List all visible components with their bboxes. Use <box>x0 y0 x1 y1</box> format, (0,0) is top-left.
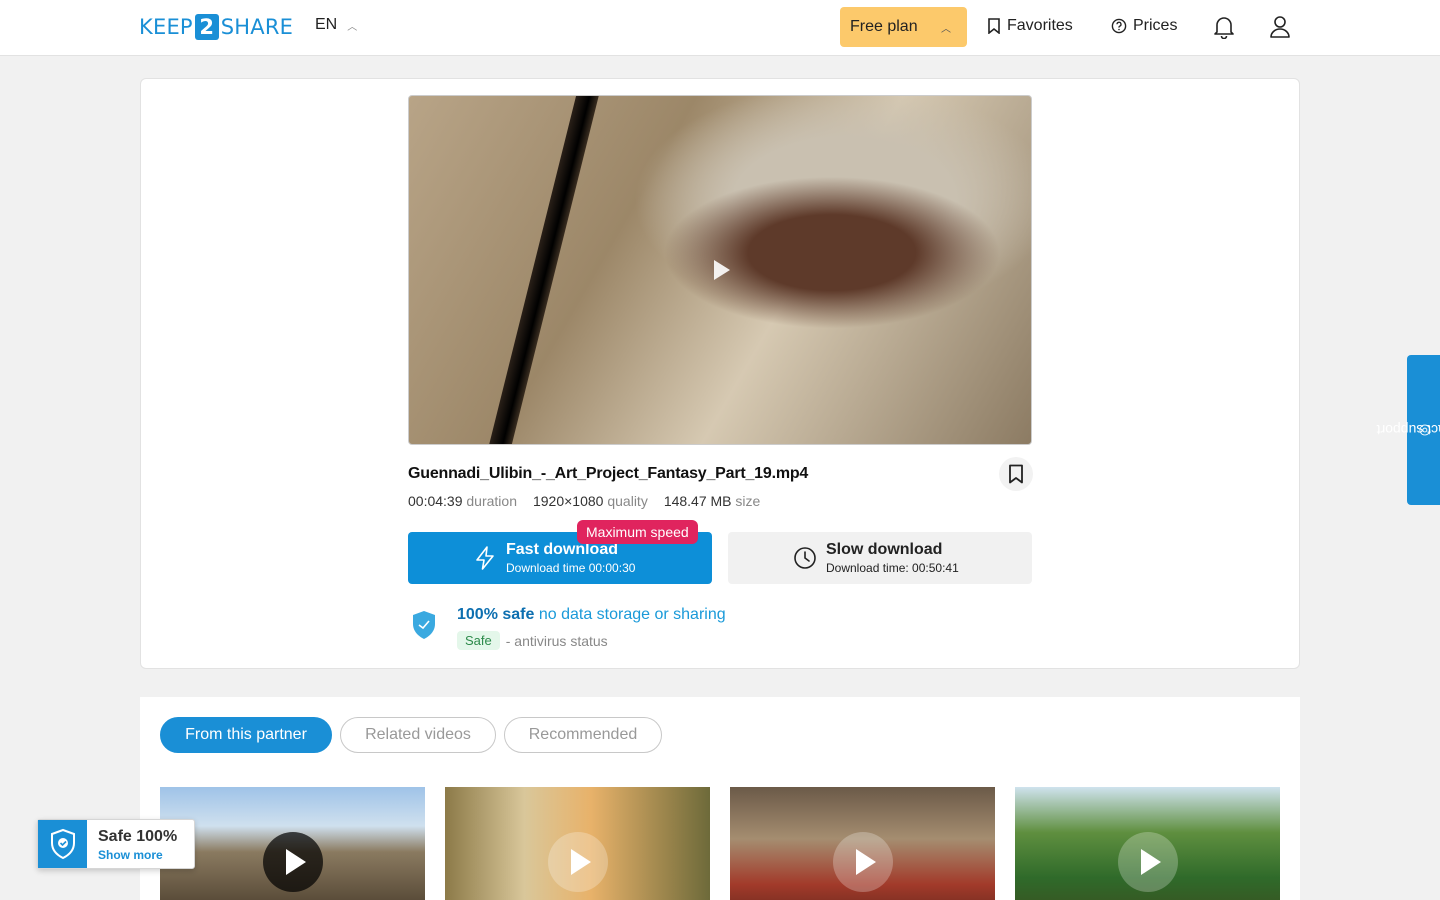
tab-related-videos[interactable]: Related videos <box>340 717 496 753</box>
bell-icon[interactable] <box>1213 15 1235 44</box>
slow-download-label: Slow download <box>826 541 943 558</box>
slow-download-button[interactable]: Slow download Download time: 00:50:41 <box>728 532 1032 584</box>
contact-support-label: ◎ contact support <box>1375 422 1440 438</box>
widget-title: Safe 100% <box>98 828 178 845</box>
fast-download-time: Download time 00:00:30 <box>506 561 636 575</box>
bookmark-button[interactable] <box>999 457 1033 491</box>
contact-support-tab[interactable]: ◎ contact support <box>1375 355 1440 505</box>
safety-statement: 100% safe no data storage or sharing <box>457 606 726 624</box>
top-header: KEEP 2 SHARE EN ︿ Free plan ︿ Favorites Pr… <box>0 0 1440 56</box>
safety-link[interactable]: no data storage or sharing <box>539 606 726 623</box>
help-circle-icon <box>1111 18 1127 34</box>
max-speed-badge: Maximum speed <box>577 520 698 544</box>
chevron-up-icon: ︿ <box>347 21 358 33</box>
favorites-link[interactable]: Favorites <box>987 17 1073 35</box>
prices-label: Prices <box>1133 17 1178 34</box>
logo[interactable]: KEEP 2 SHARE <box>139 14 293 40</box>
video-thumbnail[interactable] <box>160 787 425 900</box>
play-icon[interactable] <box>714 260 730 280</box>
logo-share: SHARE <box>220 15 294 39</box>
meta-quality: 1920×1080 quality <box>532 493 648 509</box>
safety-bold: 100% safe <box>457 606 535 623</box>
play-icon[interactable] <box>548 832 608 892</box>
antivirus-status: Safe - antivirus status <box>457 631 608 650</box>
plan-button[interactable]: Free plan ︿ <box>840 7 967 47</box>
video-thumbnail[interactable] <box>1015 787 1280 900</box>
meta-duration: 00:04:39 duration <box>408 493 517 509</box>
shield-check-icon <box>38 820 87 868</box>
favorites-label: Favorites <box>1007 17 1073 34</box>
play-icon[interactable] <box>1118 832 1178 892</box>
plan-label: Free plan <box>850 18 918 35</box>
antivirus-label: - antivirus status <box>505 632 608 649</box>
tab-from-this-partner[interactable]: From this partner <box>160 717 332 753</box>
widget-show-more[interactable]: Show more <box>98 848 163 862</box>
meta-size: 148.47 MB size <box>663 493 761 509</box>
file-meta: 00:04:39 duration 1920×1080 quality 148.… <box>408 493 776 509</box>
prices-link[interactable]: Prices <box>1111 17 1177 35</box>
play-icon[interactable] <box>263 832 323 892</box>
video-thumbnail[interactable] <box>445 787 710 900</box>
logo-keep: KEEP <box>139 15 193 39</box>
bookmark-icon <box>1009 464 1023 484</box>
clock-icon <box>794 547 816 569</box>
language-label: EN <box>315 16 338 33</box>
bookmark-icon <box>988 18 1000 34</box>
shield-icon <box>411 610 437 645</box>
safe-widget[interactable]: Safe 100% Show more <box>37 819 195 869</box>
lightning-icon <box>476 546 494 570</box>
user-icon[interactable] <box>1269 15 1291 44</box>
file-name: Guennadi_Ulibin_-_Art_Project_Fantasy_Pa… <box>408 465 809 482</box>
language-selector[interactable]: EN ︿ <box>315 16 357 34</box>
chevron-up-icon: ︿ <box>941 24 951 35</box>
play-icon[interactable] <box>833 832 893 892</box>
tab-recommended[interactable]: Recommended <box>504 717 662 753</box>
video-preview[interactable] <box>408 95 1032 445</box>
video-frame-detail <box>478 96 602 444</box>
safe-tag: Safe <box>457 631 500 650</box>
slow-download-time: Download time: 00:50:41 <box>826 561 959 575</box>
logo-number: 2 <box>194 14 219 40</box>
video-thumbnail[interactable] <box>730 787 995 900</box>
